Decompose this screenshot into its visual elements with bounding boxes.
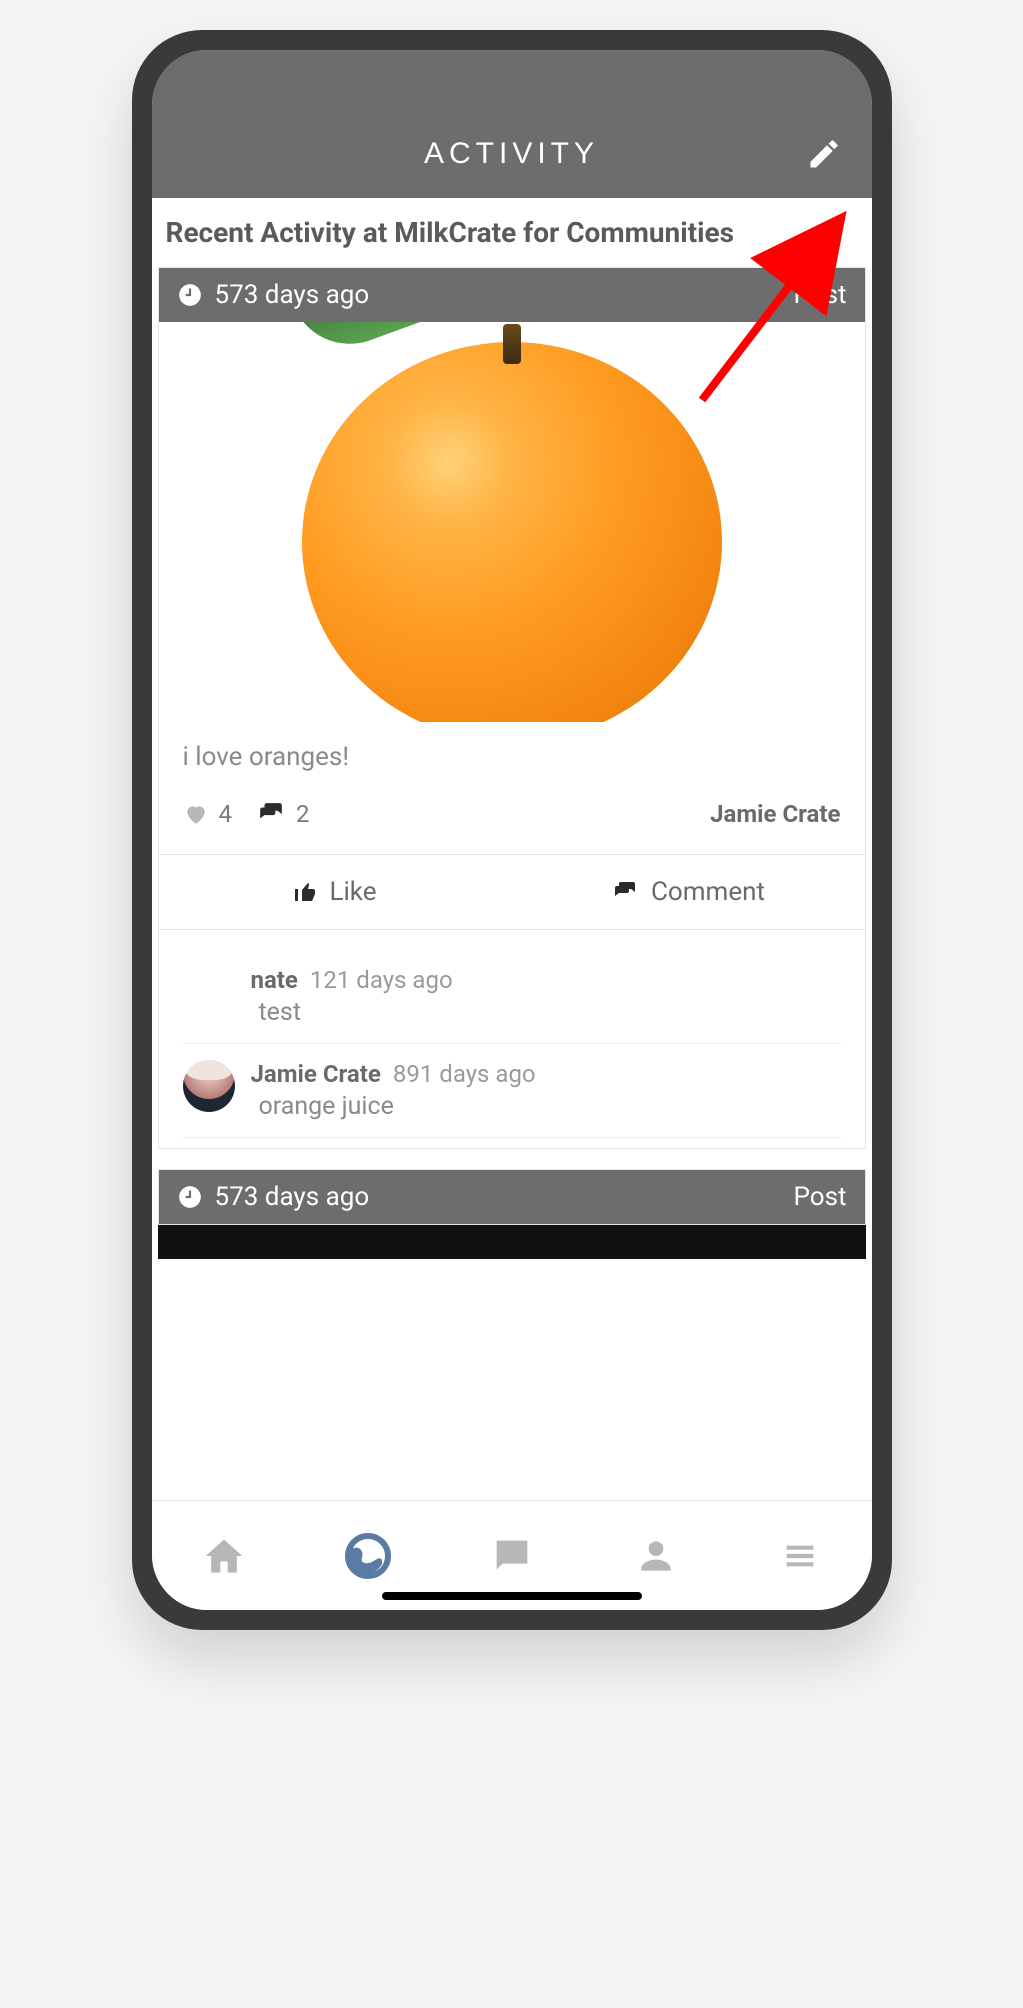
thumbs-up-icon bbox=[293, 880, 317, 904]
comment-text: orange juice bbox=[251, 1092, 841, 1121]
leaf-graphic bbox=[293, 322, 426, 361]
home-indicator bbox=[382, 1592, 642, 1600]
post-author[interactable]: Jamie Crate bbox=[710, 800, 840, 828]
nav-home[interactable] bbox=[194, 1526, 254, 1586]
comment-item[interactable]: Jamie Crate 891 days ago orange juice bbox=[183, 1044, 841, 1138]
comment-icon bbox=[611, 880, 639, 904]
avatar bbox=[183, 966, 235, 1018]
nav-profile[interactable] bbox=[626, 1526, 686, 1586]
post-image[interactable] bbox=[159, 322, 865, 722]
post-type-label: Post bbox=[794, 1182, 847, 1212]
post-comments: nate 121 days ago test Jamie Crate 891 d… bbox=[159, 930, 865, 1148]
page-title: ACTIVITY bbox=[424, 137, 599, 171]
post-card: 573 days ago Post bbox=[158, 1169, 866, 1225]
nav-globe[interactable] bbox=[338, 1526, 398, 1586]
comment-button[interactable]: Comment bbox=[512, 855, 865, 929]
comment-author: Jamie Crate bbox=[251, 1060, 381, 1088]
comment-item[interactable]: nate 121 days ago test bbox=[183, 950, 841, 1044]
globe-icon bbox=[344, 1532, 392, 1580]
phone-frame: ACTIVITY Recent Activity at MilkCrate fo… bbox=[132, 30, 892, 1630]
post-header: 573 days ago Post bbox=[159, 1170, 865, 1224]
post-type-label: Post bbox=[794, 280, 847, 310]
post-action-bar: Like Comment bbox=[159, 854, 865, 930]
nav-menu[interactable] bbox=[770, 1526, 830, 1586]
comment-time: 891 days ago bbox=[393, 1060, 536, 1088]
avatar bbox=[183, 1060, 235, 1112]
chat-icon bbox=[489, 1533, 535, 1579]
phone-screen: ACTIVITY Recent Activity at MilkCrate fo… bbox=[152, 50, 872, 1610]
nav-chat[interactable] bbox=[482, 1526, 542, 1586]
profile-icon bbox=[634, 1534, 678, 1578]
bottom-nav bbox=[152, 1500, 872, 1610]
comment-text: test bbox=[251, 998, 841, 1027]
comment-author: nate bbox=[251, 966, 298, 994]
post-timestamp: 573 days ago bbox=[215, 1182, 370, 1212]
post-text: i love oranges! bbox=[183, 742, 841, 772]
like-count[interactable]: 4 bbox=[183, 800, 233, 828]
home-icon bbox=[202, 1534, 246, 1578]
compose-button[interactable] bbox=[806, 136, 842, 172]
heart-icon bbox=[183, 801, 209, 827]
post-card: 573 days ago Post i love oranges! 4 bbox=[158, 267, 866, 1149]
menu-icon bbox=[780, 1536, 820, 1576]
orange-graphic bbox=[302, 342, 722, 722]
like-button[interactable]: Like bbox=[159, 855, 512, 929]
comments-icon bbox=[256, 801, 286, 827]
feed-content[interactable]: Recent Activity at MilkCrate for Communi… bbox=[152, 198, 872, 1500]
section-title: Recent Activity at MilkCrate for Communi… bbox=[152, 198, 872, 267]
pencil-icon bbox=[806, 136, 842, 172]
post-timestamp: 573 days ago bbox=[215, 280, 370, 310]
comment-time: 121 days ago bbox=[310, 966, 453, 994]
clock-icon bbox=[177, 1184, 203, 1210]
post-header: 573 days ago Post bbox=[159, 268, 865, 322]
status-bar bbox=[152, 50, 872, 110]
post-image-peek bbox=[158, 1225, 866, 1259]
clock-icon bbox=[177, 282, 203, 308]
app-header: ACTIVITY bbox=[152, 110, 872, 198]
comment-count[interactable]: 2 bbox=[256, 800, 310, 828]
post-stats: 4 2 Jamie Crate bbox=[183, 800, 841, 844]
